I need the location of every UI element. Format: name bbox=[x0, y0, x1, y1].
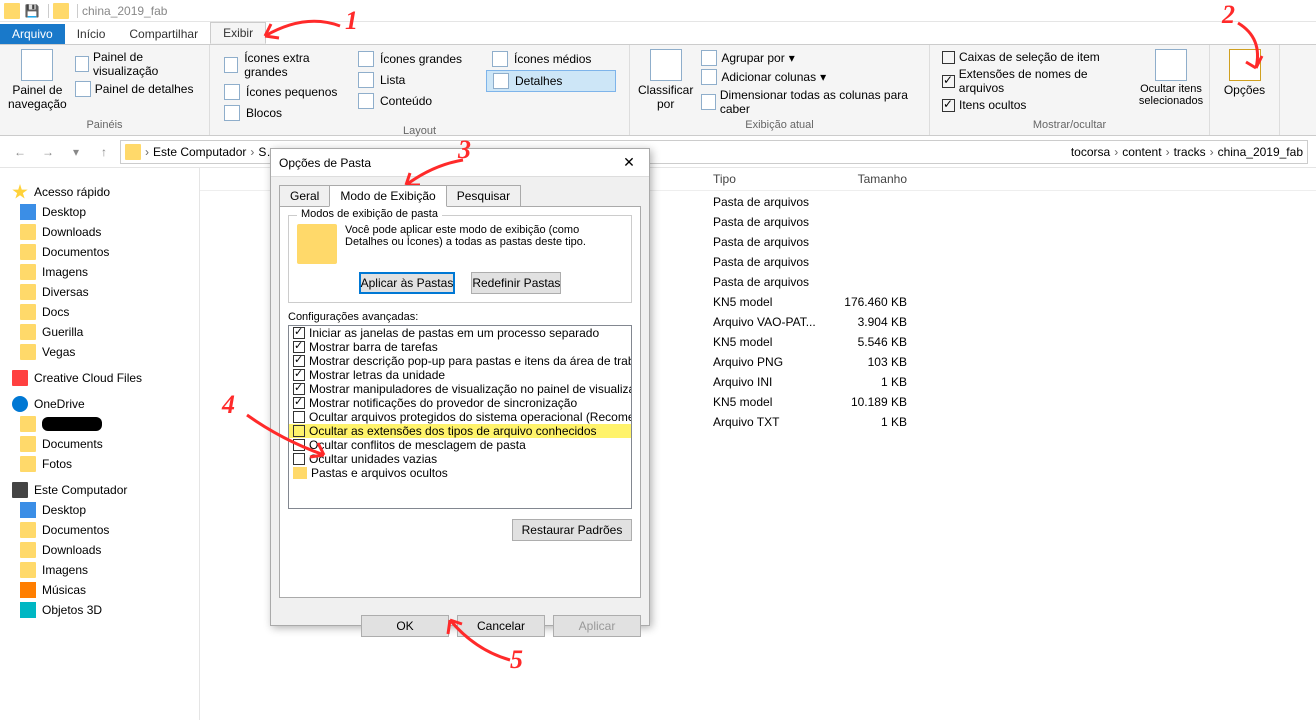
address-bar: ← → ▾ ↑ › Este Computador› S… tocorsa› c… bbox=[0, 136, 1316, 168]
col-type[interactable]: Tipo bbox=[705, 168, 835, 190]
apply-folders-button[interactable]: Aplicar às Pastas bbox=[359, 272, 456, 294]
recent-button[interactable]: ▾ bbox=[64, 140, 88, 164]
cancel-button[interactable]: Cancelar bbox=[457, 615, 545, 637]
advanced-setting-item[interactable]: Mostrar letras da unidade bbox=[289, 368, 631, 382]
sidebar-item[interactable]: Documents bbox=[0, 434, 199, 454]
advanced-setting-item[interactable]: Ocultar conflitos de mesclagem de pasta bbox=[289, 438, 631, 452]
sidebar-item[interactable]: Downloads bbox=[0, 540, 199, 560]
reset-folders-button[interactable]: Redefinir Pastas bbox=[471, 272, 561, 294]
group-current-title: Exibição atual bbox=[638, 117, 921, 131]
sidebar-item[interactable]: Diversas bbox=[0, 282, 199, 302]
checkbox-hidden[interactable]: Itens ocultos bbox=[938, 97, 1137, 113]
advanced-setting-item[interactable]: Mostrar descrição pop-up para pastas e i… bbox=[289, 354, 631, 368]
advanced-setting-item[interactable]: Ocultar unidades vazias bbox=[289, 452, 631, 466]
sidebar-quick-access[interactable]: Acesso rápido bbox=[0, 182, 199, 202]
apply-button[interactable]: Aplicar bbox=[553, 615, 641, 637]
details-pane-button[interactable]: Painel de detalhes bbox=[71, 80, 201, 98]
group-showhide-title: Mostrar/ocultar bbox=[938, 117, 1201, 131]
layout-list[interactable]: Lista bbox=[352, 70, 482, 90]
advanced-label: Configurações avançadas: bbox=[288, 311, 632, 323]
sidebar-item[interactable]: Músicas bbox=[0, 580, 199, 600]
sidebar-item-redacted[interactable] bbox=[0, 414, 199, 434]
layout-xl[interactable]: Ícones extra grandes bbox=[218, 49, 348, 81]
nav-pane-button[interactable]: Painel de navegação bbox=[8, 49, 67, 111]
dialog-tab-general[interactable]: Geral bbox=[279, 185, 330, 207]
sidebar-onedrive[interactable]: OneDrive bbox=[0, 394, 199, 414]
dialog-tab-search[interactable]: Pesquisar bbox=[446, 185, 521, 207]
layout-tiles[interactable]: Blocos bbox=[218, 103, 348, 123]
sidebar-item[interactable]: Imagens bbox=[0, 560, 199, 580]
ribbon: Painel de navegação Painel de visualizaç… bbox=[0, 44, 1316, 136]
layout-content[interactable]: Conteúdo bbox=[352, 91, 482, 111]
preview-pane-button[interactable]: Painel de visualização bbox=[71, 49, 201, 79]
folder-open-icon bbox=[53, 3, 69, 19]
layout-sm[interactable]: Ícones pequenos bbox=[218, 82, 348, 102]
advanced-setting-item[interactable]: Mostrar notificações do provedor de sinc… bbox=[289, 396, 631, 410]
advanced-setting-item[interactable]: Mostrar barra de tarefas bbox=[289, 340, 631, 354]
folder-icon bbox=[4, 3, 20, 19]
layout-lg[interactable]: Ícones grandes bbox=[352, 49, 482, 69]
sidebar-this-pc[interactable]: Este Computador bbox=[0, 480, 199, 500]
sidebar-item[interactable]: Docs bbox=[0, 302, 199, 322]
advanced-setting-item[interactable]: Pastas e arquivos ocultos bbox=[289, 466, 631, 480]
tab-file[interactable]: Arquivo bbox=[0, 24, 65, 44]
ok-button[interactable]: OK bbox=[361, 615, 449, 637]
sidebar-item[interactable]: Documentos bbox=[0, 520, 199, 540]
up-button[interactable]: ↑ bbox=[92, 140, 116, 164]
window-title: china_2019_fab bbox=[82, 4, 167, 18]
sidebar-item[interactable]: Desktop bbox=[0, 202, 199, 222]
sidebar-item[interactable]: Fotos bbox=[0, 454, 199, 474]
back-button[interactable]: ← bbox=[8, 140, 32, 164]
folder-icon bbox=[125, 144, 141, 160]
advanced-setting-item[interactable]: Ocultar arquivos protegidos do sistema o… bbox=[289, 410, 631, 424]
add-columns-button[interactable]: Adicionar colunas ▾ bbox=[697, 68, 921, 86]
dialog-title: Opções de Pasta bbox=[279, 156, 371, 170]
advanced-setting-item[interactable]: Ocultar as extensões dos tipos de arquiv… bbox=[289, 424, 631, 438]
hide-icon bbox=[1155, 49, 1187, 81]
advanced-settings[interactable]: Iniciar as janelas de pastas em um proce… bbox=[288, 325, 632, 509]
forward-button[interactable]: → bbox=[36, 140, 60, 164]
folder-icon bbox=[297, 224, 337, 264]
sidebar-item[interactable]: Vegas bbox=[0, 342, 199, 362]
sidebar-item[interactable]: Guerilla bbox=[0, 322, 199, 342]
preview-pane-icon bbox=[75, 56, 89, 72]
layout-details[interactable]: Detalhes bbox=[486, 70, 616, 92]
sidebar-item[interactable]: Downloads bbox=[0, 222, 199, 242]
tab-share[interactable]: Compartilhar bbox=[117, 24, 210, 44]
folder-options-dialog: Opções de Pasta ✕ Geral Modo de Exibição… bbox=[270, 148, 650, 626]
folder-views-fieldset: Modos de exibição de pasta Você pode apl… bbox=[288, 215, 632, 303]
options-button[interactable]: Opções bbox=[1218, 49, 1271, 97]
tab-view[interactable]: Exibir bbox=[210, 22, 266, 44]
sort-button[interactable]: Classificar por bbox=[638, 49, 693, 117]
title-bar: 💾 china_2019_fab bbox=[0, 0, 1316, 22]
details-pane-icon bbox=[75, 81, 91, 97]
sidebar: Acesso rápido Desktop Downloads Document… bbox=[0, 168, 200, 720]
restore-defaults-button[interactable]: Restaurar Padrões bbox=[512, 519, 632, 541]
ribbon-tabs: Arquivo Início Compartilhar Exibir bbox=[0, 22, 1316, 44]
checkbox-extensions[interactable]: Extensões de nomes de arquivos bbox=[938, 66, 1137, 96]
options-icon bbox=[1229, 49, 1261, 81]
save-icon[interactable]: 💾 bbox=[24, 3, 40, 19]
sidebar-item[interactable]: Imagens bbox=[0, 262, 199, 282]
group-by-button[interactable]: Agrupar por ▾ bbox=[697, 49, 921, 67]
col-size[interactable]: Tamanho bbox=[835, 168, 915, 190]
group-layout-title: Layout bbox=[218, 123, 621, 137]
sidebar-item[interactable]: Documentos bbox=[0, 242, 199, 262]
group-panes-title: Painéis bbox=[8, 117, 201, 131]
fit-columns-button[interactable]: Dimensionar todas as colunas para caber bbox=[697, 87, 921, 117]
nav-pane-icon bbox=[21, 49, 53, 81]
sidebar-item[interactable]: Objetos 3D bbox=[0, 600, 199, 620]
dialog-tab-view[interactable]: Modo de Exibição bbox=[329, 185, 446, 207]
sidebar-creative-cloud[interactable]: Creative Cloud Files bbox=[0, 368, 199, 388]
checkbox-items[interactable]: Caixas de seleção de item bbox=[938, 49, 1137, 65]
tab-home[interactable]: Início bbox=[65, 24, 118, 44]
close-icon[interactable]: ✕ bbox=[617, 151, 641, 175]
advanced-setting-item[interactable]: Iniciar as janelas de pastas em um proce… bbox=[289, 326, 631, 340]
hide-selected-button[interactable]: Ocultar itens selecionados bbox=[1141, 49, 1201, 113]
sidebar-item[interactable]: Desktop bbox=[0, 500, 199, 520]
layout-md[interactable]: Ícones médios bbox=[486, 49, 616, 69]
sort-icon bbox=[650, 49, 682, 81]
advanced-setting-item[interactable]: Mostrar manipuladores de visualização no… bbox=[289, 382, 631, 396]
